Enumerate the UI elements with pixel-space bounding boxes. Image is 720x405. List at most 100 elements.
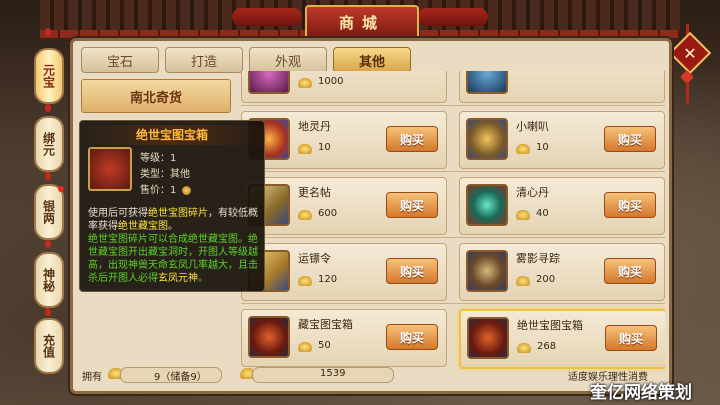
ingot-balance: 9（储备9） [154, 372, 207, 383]
ingot-icon [298, 210, 312, 220]
category-nanbei-qihuo[interactable]: 南北奇货 [81, 79, 231, 113]
decor-bead [45, 172, 51, 180]
side-tab-shenmi[interactable]: 神秘 [34, 252, 64, 308]
tooltip-price-value: 1 [170, 185, 177, 196]
desc-highlight: 绝世宝图碎片 [148, 208, 208, 219]
item-name: 运镖令 [298, 252, 331, 265]
ingot-icon [298, 144, 312, 154]
ingot-icon [516, 144, 530, 154]
ingot-icon [298, 78, 312, 88]
item-grid[interactable]: 1000 地灵丹 10 购买 小喇叭 10 购买 更名帖 600 购买 清心丹 … [241, 71, 665, 371]
side-tab-yuanbao[interactable]: 元宝 [34, 48, 64, 104]
item-price: 10 [318, 142, 331, 153]
tooltip-desc-1: 使用后可获得绝世宝图碎片，有较低概率获得绝世藏宝图。 [88, 207, 258, 233]
ingot-icon [517, 343, 531, 353]
decor-bead [45, 308, 51, 316]
item-icon [466, 250, 508, 292]
buy-button[interactable]: 购买 [386, 324, 438, 350]
item-price: 120 [318, 274, 338, 285]
tab-appearance[interactable]: 外观 [249, 47, 327, 73]
item-card-selected: 绝世宝图宝箱 268 购买 [459, 309, 665, 369]
item-card: 藏宝图宝箱 50 购买 [241, 309, 447, 367]
item-card: 清心丹 40 购买 [459, 177, 665, 235]
ingot-icon [298, 276, 312, 286]
item-icon [248, 71, 290, 94]
close-tassel-bottom [686, 82, 689, 104]
item-name: 小喇叭 [516, 120, 549, 133]
decor-bead [45, 104, 51, 112]
buy-button[interactable]: 购买 [604, 192, 656, 218]
item-icon [466, 71, 508, 94]
item-card: 地灵丹 10 购买 [241, 111, 447, 169]
buy-button[interactable]: 购买 [605, 325, 657, 351]
bound-balance: 1539 [320, 368, 346, 379]
title-ribbon-right [418, 8, 488, 26]
ingot-icon [516, 276, 530, 286]
buy-button[interactable]: 购买 [386, 258, 438, 284]
close-icon: ✕ [683, 43, 697, 63]
watermark: 奎亿网络策划 [590, 383, 692, 403]
item-name: 地灵丹 [298, 120, 331, 133]
treasure-chest-icon [88, 147, 132, 191]
item-card: 更名帖 600 购买 [241, 177, 447, 235]
desc-text: 。 [168, 221, 178, 232]
buy-button[interactable]: 购买 [386, 192, 438, 218]
tooltip-desc-2: 绝世宝图碎片可以合成绝世藏宝图。绝世藏宝图开出藏宝洞时，开图人等级越高，出现神兽… [88, 233, 258, 285]
tooltip-type: 类型：其他 [140, 169, 190, 180]
item-name: 绝世宝图宝箱 [517, 319, 583, 332]
buy-button[interactable]: 购买 [604, 258, 656, 284]
item-price: 50 [318, 340, 331, 351]
item-icon [466, 118, 508, 160]
item-price: 268 [537, 341, 557, 352]
title-ribbon-left [232, 8, 302, 26]
own-label: 拥有 [82, 372, 102, 383]
notification-dot [58, 186, 64, 192]
item-card: 小喇叭 10 购买 [459, 111, 665, 169]
coin-icon [181, 185, 191, 195]
side-tab-yinliang[interactable]: 银两 [34, 184, 64, 240]
item-name: 清心丹 [516, 186, 549, 199]
tooltip-level: 等级：1 [140, 153, 177, 164]
item-icon [248, 316, 290, 358]
decor-bead [45, 28, 51, 36]
item-tooltip: 绝世宝图宝箱 等级：1 类型：其他 售价：1 使用后可获得绝世宝图碎片，有较低概… [79, 120, 265, 292]
tab-forge[interactable]: 打造 [165, 47, 243, 73]
desc-text: 使用后可获得 [88, 208, 148, 219]
row-divider [241, 237, 665, 238]
tab-other[interactable]: 其他 [333, 47, 411, 73]
buy-button[interactable]: 购买 [386, 126, 438, 152]
buy-button[interactable]: 购买 [604, 126, 656, 152]
item-price: 40 [536, 208, 549, 219]
side-tab-bangyuan[interactable]: 绑元 [34, 116, 64, 172]
row-divider [241, 105, 665, 106]
tab-gems[interactable]: 宝石 [81, 47, 159, 73]
ingot-icon [298, 342, 312, 352]
side-tab-chongzhi[interactable]: 充值 [34, 318, 64, 374]
item-name: 雾影寻踪 [516, 252, 560, 265]
desc-text: 。 [198, 273, 208, 284]
item-price: 600 [318, 208, 338, 219]
tooltip-title: 绝世宝图宝箱 [80, 125, 264, 145]
item-card [459, 71, 665, 103]
item-icon [467, 317, 509, 359]
row-divider [241, 303, 665, 304]
item-name: 更名帖 [298, 186, 331, 199]
tooltip-price: 售价：1 [140, 181, 191, 196]
item-card: 1000 [241, 71, 447, 103]
tooltip-price-label: 售价： [140, 185, 170, 196]
shop-title: 商城 [305, 5, 419, 39]
item-price: 10 [536, 142, 549, 153]
currency-bar: 拥有 9（储备9） 1539 适度娱乐理性消费 [76, 366, 666, 384]
item-icon [466, 184, 508, 226]
item-price: 200 [536, 274, 556, 285]
desc-highlight: 玄凤元神 [158, 273, 198, 284]
category-tabs: 宝石 打造 外观 其他 [81, 47, 411, 73]
item-card: 运镖令 120 购买 [241, 243, 447, 301]
desc-highlight: 绝世藏宝图 [118, 221, 168, 232]
item-price: 1000 [318, 76, 344, 87]
item-card: 雾影寻踪 200 购买 [459, 243, 665, 301]
decor-bead [45, 240, 51, 248]
row-divider [241, 171, 665, 172]
item-name: 藏宝图宝箱 [298, 318, 353, 331]
ingot-icon [516, 210, 530, 220]
